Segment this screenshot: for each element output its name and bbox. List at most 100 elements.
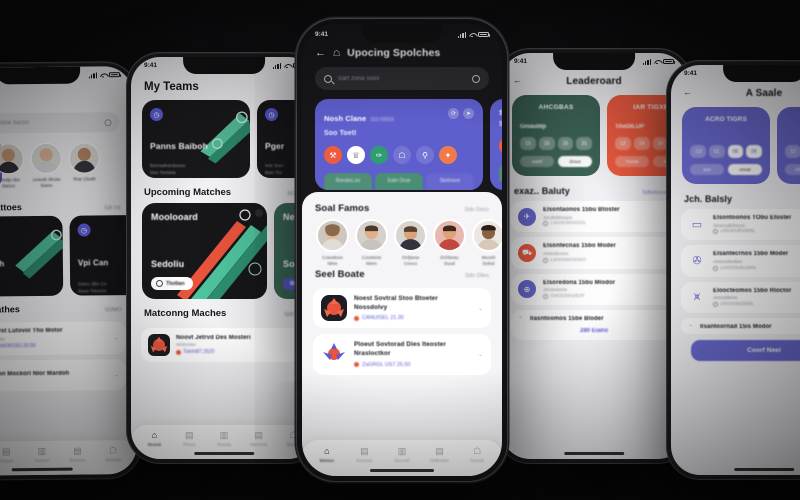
list-item[interactable]: ✇ Elsantecrnos 15bo Moder Ameoodenbes LX…	[681, 245, 800, 277]
equipment-illustration	[15, 229, 64, 279]
card-button[interactable]: 7vvots	[615, 156, 649, 167]
friend-avatar-list: Cosottovo Nhre Coostoos Nlern Onfpsne Cn…	[302, 219, 502, 267]
search-input[interactable]: Finr pgr Ernoline baclis	[0, 112, 120, 134]
team-name: ACRO TIGRS	[705, 116, 747, 123]
list-item[interactable]: Noovt Jetrvd Des Mosteri Isfoloctter Tol…	[141, 328, 307, 362]
list-item-label: Onfpsne Cnvco	[401, 255, 420, 266]
tab-inbox[interactable]: ▤ Nofloctine	[421, 447, 459, 464]
expanded-row[interactable]: ⌃ Ilasntoomos 15be Bloder ⌄ 280 Eiano	[511, 309, 677, 340]
list-item[interactable]: Rrar Clovth	[68, 142, 101, 187]
list-item[interactable]: Cosottovo Nhre	[315, 219, 350, 267]
filter-circle-icon[interactable]	[472, 74, 480, 83]
tab-label: Ncovot	[147, 442, 162, 447]
list-item-label: Lesuuk Shose Eamo	[32, 176, 61, 188]
list-item[interactable]: Nlovst Lutovol Tho Motor Isochtey TANORI…	[0, 321, 126, 356]
list-item[interactable]: ⩙ Eloocteomos 15bo Rloctor Jmosddems OXO…	[681, 281, 800, 313]
chip[interactable]: Rorotoc.so	[324, 173, 372, 190]
chip[interactable]: Eatn Oroe	[375, 173, 423, 190]
watch-button[interactable]: Ttotlan	[151, 277, 193, 290]
tab-tickets[interactable]: ▥ Tromon	[24, 446, 60, 463]
arrow-left-icon[interactable]: ←	[315, 47, 326, 59]
see-all-link[interactable]: Sdi Vd	[104, 205, 120, 211]
team-card[interactable]: AUR TIERS 12 04 12 06 Ebous conoo	[777, 107, 800, 184]
chevron-down-icon[interactable]: ⌄	[478, 351, 483, 358]
team-card[interactable]: ◷ nns behoh rs Eltw Vtonn Somo ton	[0, 215, 64, 297]
tab-tickets[interactable]: ▥ Doo-nel	[383, 447, 421, 464]
search-input[interactable]: Sart zona soos	[315, 67, 489, 90]
tab-home[interactable]: ⌂ Ncovot	[137, 431, 172, 448]
circle-dash-icon	[156, 280, 163, 287]
page-header: ← Leaderoard	[501, 67, 687, 95]
flame-icon[interactable]: ✦	[439, 146, 457, 164]
list-item[interactable]: ⛟ Elsontecnas 15bo Moder Ameodcorso LXOO…	[511, 237, 677, 269]
match-card-carousel: Moolooard Sedoliu Ttotlan Neh Sord BO	[131, 203, 317, 299]
list-item[interactable]: Ploeut Sovtorad Dies Iteoster Nrasloctko…	[313, 334, 491, 375]
list-item[interactable]: Noest Sovtral Stoo Btoeter Nossdolvy CAN…	[313, 287, 491, 329]
section-header-matches: oming Mathes SOMO	[0, 295, 135, 319]
eagle-icon: ⩙	[693, 290, 701, 303]
list-item[interactable]: Dchbosu Duvd	[432, 219, 467, 267]
tab-label: Nofloctine	[430, 458, 450, 463]
circle-icon[interactable]	[104, 118, 112, 126]
whistle-icon[interactable]: ⚒	[324, 146, 342, 164]
list-item-label: Wondp Abo Danco	[0, 177, 20, 188]
list-item[interactable]: Lesuuk Shose Eamo	[30, 142, 63, 188]
list-item[interactable]: Wondp Abo Danco	[0, 143, 25, 188]
medal-icon[interactable]: ⚲	[416, 146, 434, 164]
row-meta: LXOO3SH3O0O	[550, 257, 586, 263]
globe-icon	[713, 229, 718, 235]
tab-calendar[interactable]: ▤ Rocmoo	[346, 447, 384, 464]
see-all-link[interactable]: Sdo Ooco	[465, 207, 489, 213]
chip[interactable]: Stotrooor	[426, 173, 474, 190]
chip[interactable]: Neoqo	[499, 164, 502, 181]
list-item[interactable]: Daton Mockorl Nlor Mardoh ⌄	[0, 358, 127, 392]
refresh-icon[interactable]: ⟳	[448, 108, 459, 119]
sport-icon-row: ⚒ ♕ ✑ ☖ ⚲ ✦	[324, 146, 474, 164]
tab-tickets[interactable]: ▥ Rionoo	[207, 431, 242, 448]
list-item[interactable]: ⊕ Elsoredona 15bu Mlodor Jocosolome OXO2…	[511, 273, 677, 305]
arrow-left-icon[interactable]: ←	[513, 75, 522, 85]
team-card[interactable]: ACRO TIGRS -13 51 06 06 soo onvat	[682, 107, 770, 184]
card-button[interactable]: oumf	[520, 156, 554, 167]
chat-icon[interactable]: ✑	[370, 146, 388, 164]
leaderboard-card[interactable]: AHCGBAS Gioauldp 13 16 15 31 oumf 2touo	[512, 95, 600, 176]
team-card[interactable]: ◷ Panns Baiboh Bornsahorotoooo Deo Tonot…	[142, 100, 250, 178]
featured-match-card[interactable]: Soom Saicoo ⚒ Neoqo	[490, 99, 502, 190]
chevron-down-icon[interactable]: ⌄	[114, 371, 119, 378]
card-button-primary[interactable]: onvat	[728, 164, 762, 175]
list-item[interactable]: ▭ Elsontoonos TObu Etoster Jnnecudichsze…	[681, 209, 800, 241]
tab-inbox[interactable]: ▤ Ractmoe	[241, 431, 276, 448]
match-card[interactable]: Moolooard Sedoliu Ttotlan	[142, 203, 267, 299]
primary-cta-button[interactable]: Coorf Neei	[691, 339, 800, 361]
player-icon[interactable]: ☖	[393, 146, 411, 164]
whistle-icon[interactable]: ⚒	[499, 137, 502, 155]
tab-calendar[interactable]: ▤ Roaoot	[0, 446, 24, 463]
tab-home[interactable]: ⌂ Momoo	[308, 447, 346, 464]
see-all-link[interactable]: Sdo Olies	[465, 273, 489, 279]
tab-profile[interactable]: ☖ Rocoot	[458, 447, 496, 464]
section-header-friends: Soal Famos Sdo Ooco	[302, 201, 502, 219]
list-item[interactable]: Coostoos Nlern	[354, 219, 389, 267]
card-button-primary[interactable]: 2touo	[558, 156, 592, 167]
list-item[interactable]: Moosh Dofvd	[471, 219, 502, 267]
tab-inbox[interactable]: ▤ Rocmoo	[60, 446, 96, 463]
chevron-up-icon[interactable]: ⌃	[688, 324, 693, 331]
tab-calendar[interactable]: ▤ Rlovot	[172, 430, 207, 448]
featured-match-card[interactable]: Nosh Clane 310 00003 Soo Toetl ⟳ ➤ ⚒ ♕ ✑ …	[315, 99, 483, 190]
chevron-down-icon[interactable]: ⌄	[478, 305, 483, 312]
see-all-link[interactable]: SOMO	[105, 307, 122, 313]
list-item[interactable]: Onfpsne Cnvco	[393, 219, 428, 267]
expanded-row[interactable]: ⌃ Ilsantoornad 15is Modor	[681, 317, 800, 334]
tab-profile[interactable]: ☖ Idonaolt	[95, 445, 131, 462]
trophy-icon[interactable]: ♕	[347, 146, 365, 164]
chevron-up-icon[interactable]: ⌃	[518, 316, 523, 323]
app-header: ← ☖ Upocing Spolches	[302, 40, 502, 67]
calendar-icon: ▤	[184, 430, 194, 440]
share-icon[interactable]: ➤	[463, 108, 474, 119]
chevron-down-icon[interactable]: ⌄	[114, 334, 119, 341]
card-button[interactable]: Ebous	[785, 164, 800, 175]
match-card-subtitle: Sedoliu	[151, 259, 185, 269]
arrow-left-icon[interactable]: ←	[683, 87, 692, 97]
list-item[interactable]: ✈ Elsontaonos 15bu Btoster Jocobddosqos …	[511, 201, 677, 233]
card-button[interactable]: soo	[690, 164, 724, 175]
